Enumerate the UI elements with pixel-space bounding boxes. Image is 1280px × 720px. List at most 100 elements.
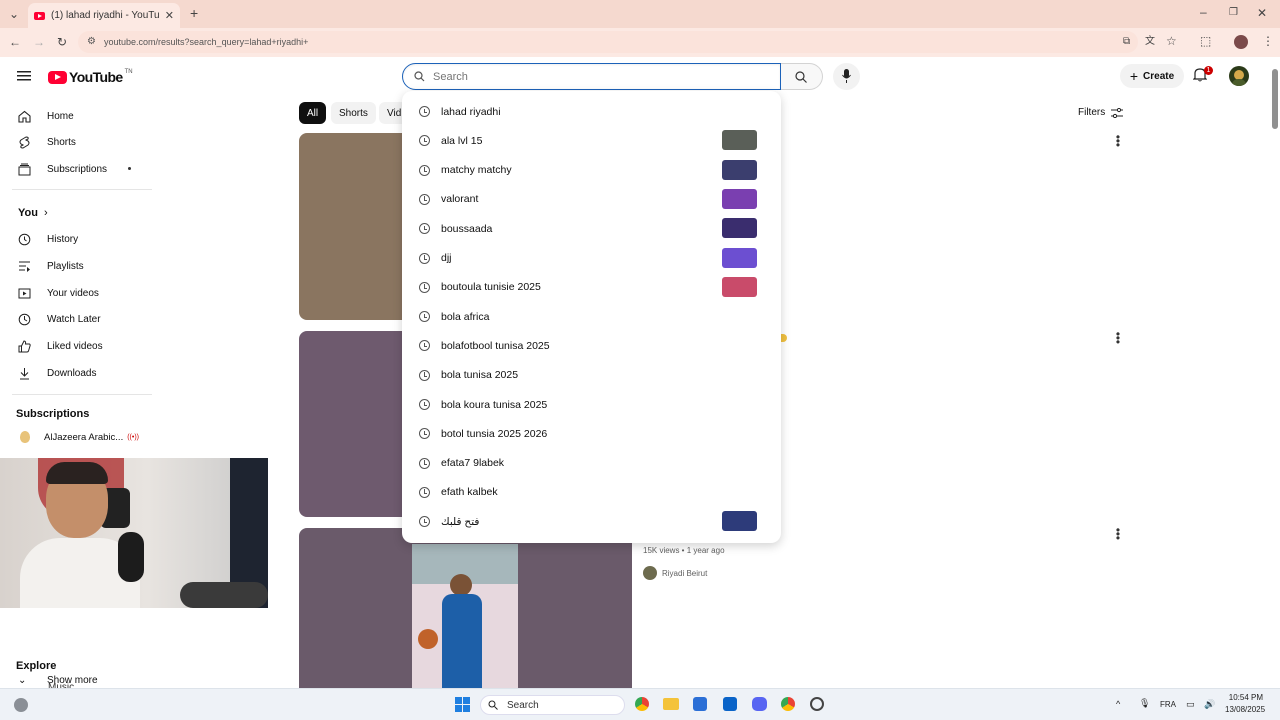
start-button-icon[interactable]: [455, 697, 470, 712]
sidebar-item-history[interactable]: History: [0, 226, 150, 252]
history-icon: [419, 516, 430, 528]
minimize-icon[interactable]: –: [1200, 6, 1207, 18]
volume-icon[interactable]: 🔊: [1204, 699, 1215, 710]
install-icon[interactable]: ⧉: [1123, 36, 1130, 48]
search-suggestion[interactable]: matchy matchy: [402, 156, 781, 185]
search-suggestion[interactable]: boussaada: [402, 214, 781, 243]
voice-search-button[interactable]: [833, 63, 860, 90]
store-icon[interactable]: [693, 697, 707, 711]
forward-icon[interactable]: →: [33, 36, 45, 48]
create-button[interactable]: + Create: [1120, 64, 1184, 88]
search-icon: [488, 700, 498, 710]
sidebar-item-subscriptions[interactable]: Subscriptions: [0, 156, 150, 182]
search-suggestion[interactable]: efata7 9labek: [402, 449, 781, 478]
search-input-box[interactable]: [402, 63, 781, 90]
close-tab-icon[interactable]: ✕: [165, 9, 174, 22]
suggestion-thumbnail: [722, 511, 757, 532]
suggestion-text: valorant: [441, 193, 479, 206]
more-actions-icon[interactable]: • • •: [1115, 328, 1121, 348]
taskbar-search[interactable]: Search: [480, 695, 625, 715]
search-suggestion[interactable]: boutoula tunisie 2025: [402, 273, 781, 302]
search-suggestion[interactable]: bola tunisa 2025: [402, 361, 781, 390]
search-suggestion[interactable]: djj: [402, 244, 781, 273]
filters-button[interactable]: Filters: [1078, 107, 1124, 118]
search-suggestion[interactable]: lahad riyadhi: [402, 97, 781, 126]
search-suggestion[interactable]: efath kalbek: [402, 478, 781, 507]
search-button[interactable]: [781, 63, 823, 90]
shorts-icon: [19, 135, 30, 149]
microphone-tray-icon[interactable]: 🎙: [1139, 698, 1150, 709]
search-suggestion[interactable]: bola koura tunisa 2025: [402, 390, 781, 419]
sidebar-item-playlists[interactable]: Playlists: [0, 253, 150, 279]
maximize-icon[interactable]: ❐: [1229, 7, 1238, 19]
sidebar-item-watch-later[interactable]: Watch Later: [0, 306, 150, 332]
address-bar[interactable]: ⚙ youtube.com/results?search_query=lahad…: [78, 31, 1138, 53]
browser-menu-icon[interactable]: ⋮: [1262, 35, 1274, 47]
translate-icon[interactable]: 文: [1145, 36, 1155, 48]
clock-date[interactable]: 13/08/2025: [1225, 705, 1265, 714]
search-suggestion[interactable]: ala lvl 15: [402, 126, 781, 155]
tray-overflow-icon[interactable]: ^: [1116, 699, 1120, 709]
chrome-taskbar-icon[interactable]: [635, 697, 649, 711]
history-icon: [419, 223, 430, 235]
search-suggestion[interactable]: bolafotbool tunisa 2025: [402, 331, 781, 360]
sidebar-item-liked-videos[interactable]: Liked videos: [0, 333, 150, 359]
window-close-icon[interactable]: ✕: [1257, 7, 1267, 19]
suggestion-text: efata7 9labek: [441, 457, 505, 470]
suggestion-thumbnail: [722, 218, 757, 239]
clock-time[interactable]: 10:54 PM: [1227, 693, 1263, 702]
sidebar-item-shorts[interactable]: Shorts: [0, 129, 150, 155]
reload-icon[interactable]: ↻: [57, 36, 67, 48]
subscriptions-icon: [18, 163, 31, 175]
site-info-icon[interactable]: ⚙: [87, 36, 96, 47]
account-avatar[interactable]: [1229, 66, 1249, 86]
downloads-icon: [20, 367, 29, 379]
chrome-active-taskbar-icon[interactable]: [781, 697, 795, 711]
network-icon[interactable]: ▭: [1186, 699, 1195, 710]
sidebar-item-your-videos[interactable]: Your videos: [0, 280, 150, 306]
browser-tab[interactable]: (1) lahad riyadhi - YouTube ✕: [28, 3, 180, 28]
history-icon: [18, 233, 31, 245]
sidebar-you-header[interactable]: You ›: [0, 200, 150, 226]
search-suggestion[interactable]: botol tunsia 2025 2026: [402, 419, 781, 448]
back-icon[interactable]: ←: [9, 36, 21, 48]
suggestion-thumbnail: [722, 188, 757, 209]
history-icon: [419, 369, 430, 381]
chip-all[interactable]: All: [299, 102, 327, 124]
sidebar-item-home[interactable]: Home: [0, 103, 150, 129]
app-taskbar-icon[interactable]: [810, 697, 824, 711]
channel-link[interactable]: Riyadi Beirut: [643, 566, 707, 580]
discord-icon[interactable]: [752, 697, 767, 711]
sidebar-explore-header: Explore: [16, 660, 57, 672]
bookmark-star-icon[interactable]: ☆: [1166, 35, 1177, 47]
history-icon: [419, 135, 430, 147]
history-icon: [419, 399, 430, 410]
new-content-dot: [128, 167, 131, 170]
history-icon: [419, 428, 430, 440]
more-actions-icon[interactable]: • • •: [1115, 131, 1121, 151]
extensions-icon[interactable]: ⬚: [1200, 35, 1211, 47]
video-thumbnail[interactable]: [299, 528, 632, 688]
search-suggestion[interactable]: فتح قلبك: [402, 507, 781, 536]
history-icon: [419, 106, 430, 117]
channel-avatar: [20, 431, 30, 443]
search-input[interactable]: [433, 70, 780, 83]
weather-icon[interactable]: [14, 698, 28, 712]
chip-shorts[interactable]: Shorts: [331, 102, 376, 124]
more-actions-icon[interactable]: • • •: [1115, 524, 1121, 544]
search-suggestion[interactable]: bola africa: [402, 302, 781, 331]
sidebar-channel-aljazeera[interactable]: AlJazeera Arabic... ((•)): [0, 424, 150, 450]
search-suggestion[interactable]: valorant: [402, 185, 781, 214]
language-indicator[interactable]: FRA: [1160, 700, 1176, 709]
outlook-icon[interactable]: [723, 697, 737, 711]
new-tab-icon[interactable]: +: [190, 6, 198, 20]
suggestion-text: فتح قلبك: [441, 515, 480, 528]
sidebar-item-downloads[interactable]: Downloads: [0, 360, 150, 386]
menu-hamburger-icon[interactable]: [17, 70, 31, 82]
page-scrollbar[interactable]: [1270, 57, 1280, 688]
profile-avatar[interactable]: [1234, 35, 1248, 49]
youtube-logo[interactable]: YouTube TN: [48, 69, 133, 85]
scrollbar-thumb[interactable]: [1272, 69, 1278, 129]
tab-search-icon[interactable]: ⌄: [9, 8, 19, 20]
file-explorer-icon[interactable]: [663, 698, 679, 710]
